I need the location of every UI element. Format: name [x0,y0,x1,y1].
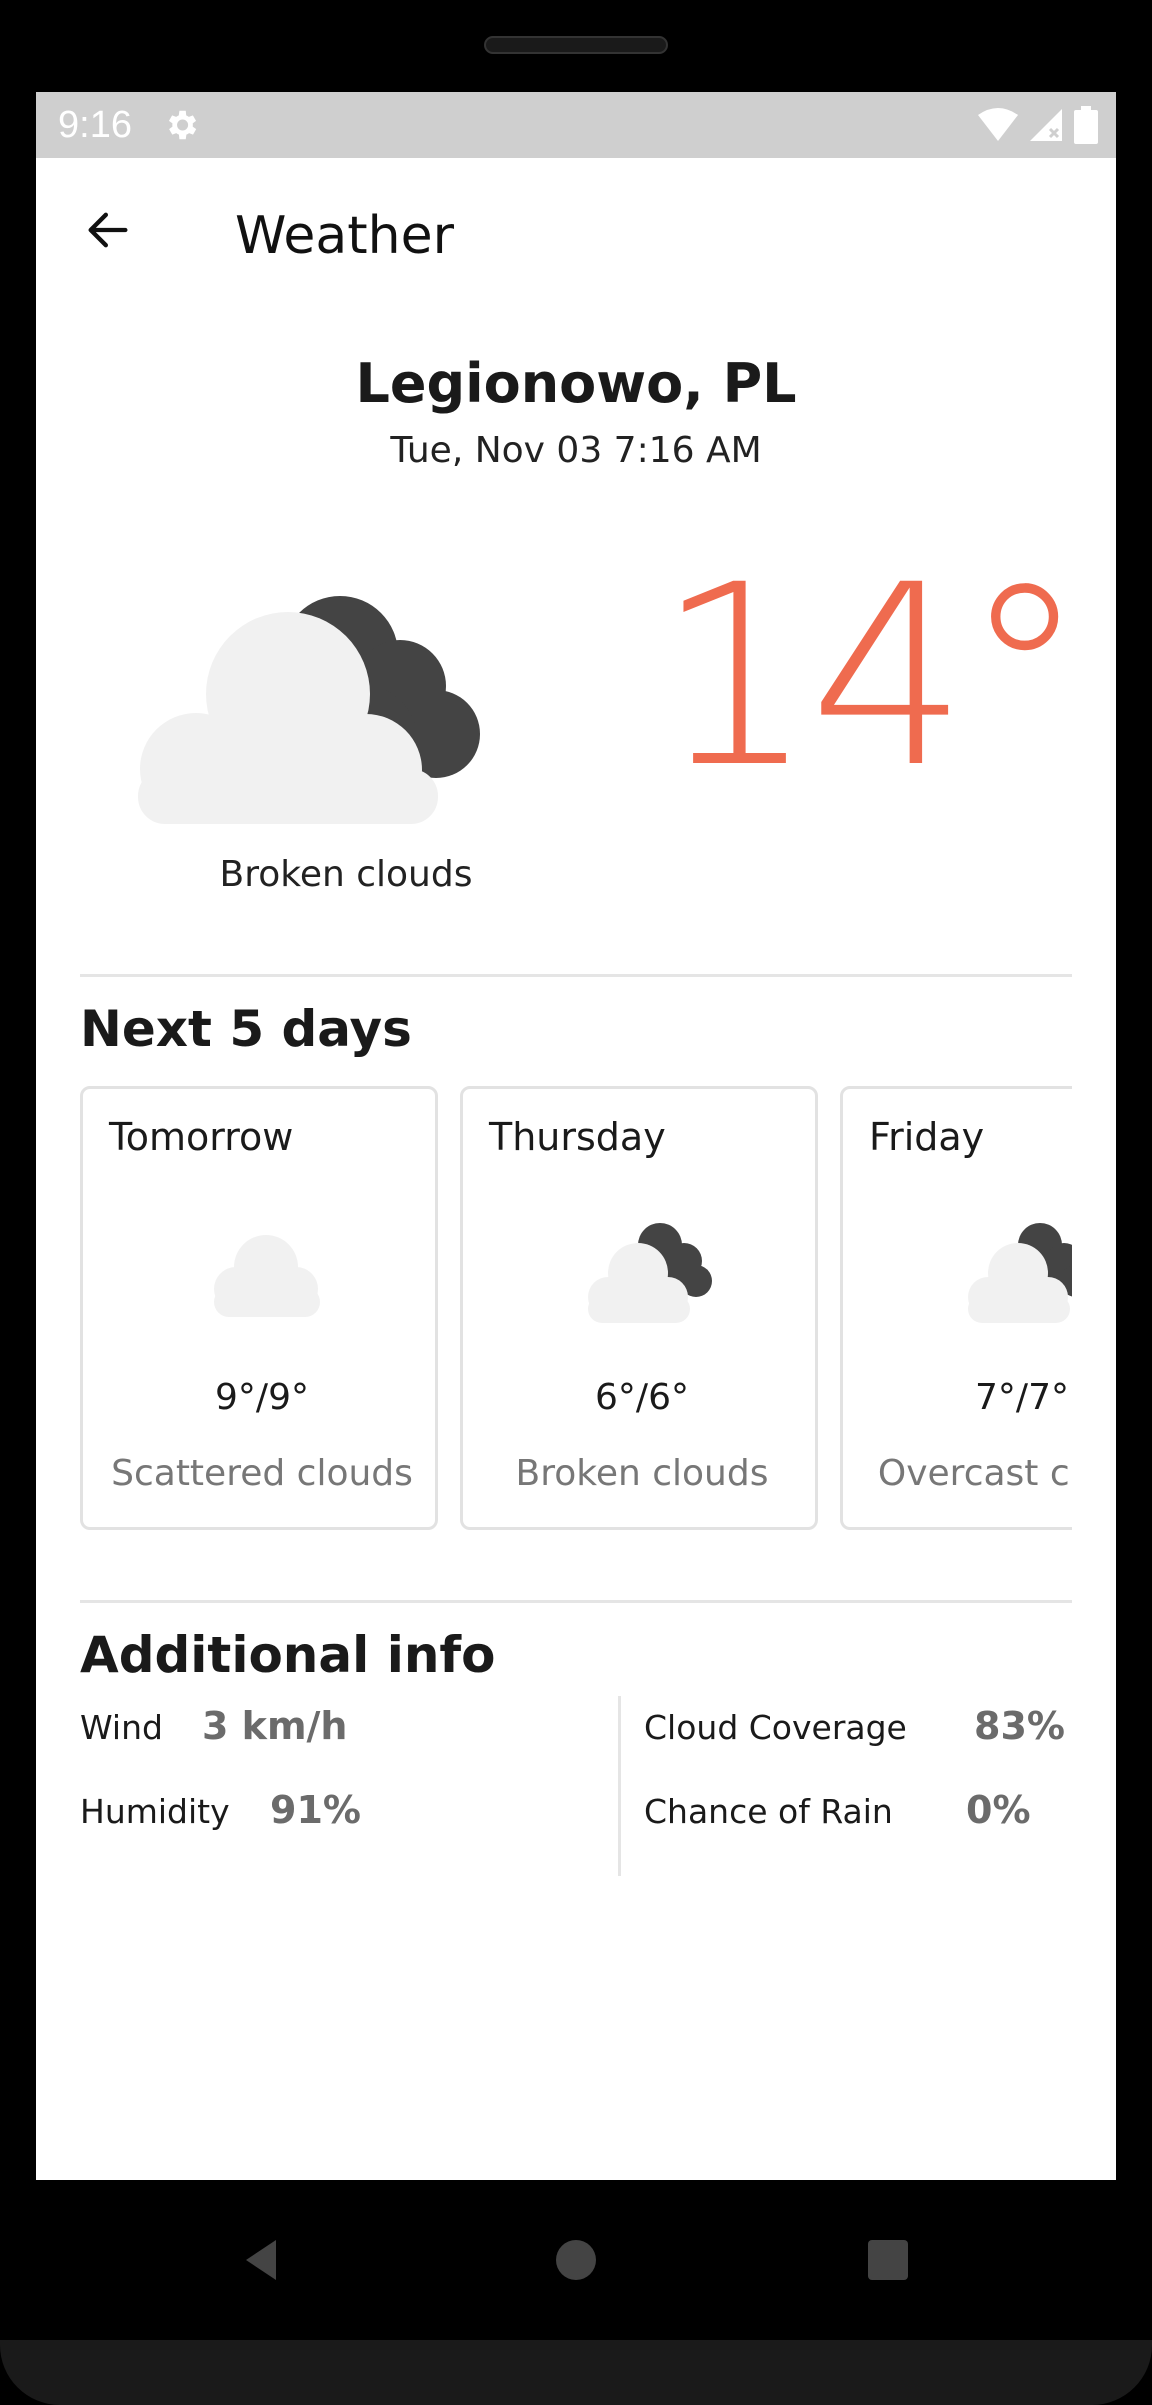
humidity-value: 91% [270,1788,361,1832]
section-divider [80,1600,1072,1603]
additional-info-grid: Wind 3 km/h Humidity 91% Cloud Coverage … [80,1696,1072,1876]
wind-label: Wind [80,1708,163,1747]
recents-square-icon[interactable] [858,2230,918,2290]
forecast-day: Friday [869,1115,985,1159]
gear-icon [168,110,197,140]
page-title: Weather [235,206,454,266]
status-bar: 9:16 [36,92,1116,158]
forecast-day: Thursday [489,1115,666,1159]
forecast-desc: Broken clouds [515,1453,769,1494]
current-datetime: Tue, Nov 03 7:16 AM [390,430,762,471]
forecast-desc: Overcast clouds [877,1453,1072,1494]
forecast-title: Next 5 days [80,1000,412,1058]
broken-clouds-icon [588,1223,712,1323]
chance-of-rain-value: 0% [966,1788,1031,1832]
additional-info-title: Additional info [80,1626,496,1684]
back-triangle-icon[interactable] [232,2230,292,2290]
forecast-temp: 6°/6° [595,1377,689,1418]
app-bar: Weather [36,158,1116,302]
scattered-clouds-icon [214,1235,320,1317]
forecast-card[interactable]: Friday 7°/7° Overcast c [840,1086,1072,1530]
forecast-day: Tomorrow [109,1115,294,1159]
cloud-coverage-value: 83% [974,1704,1065,1748]
system-nav-bar [0,2180,1152,2340]
back-button[interactable] [76,198,140,262]
phone-frame: 9:16 Weather Legionowo, PL Tue, Nov 03 7… [0,0,1152,2405]
forecast-card[interactable]: Tomorrow 9°/9° Scattered clouds [80,1086,438,1530]
city-name: Legionowo, PL [355,352,797,415]
app-screen: 9:16 Weather Legionowo, PL Tue, Nov 03 7… [36,92,1116,2180]
forecast-temp: 9°/9° [215,1377,309,1418]
phone-bottom-edge [0,2340,1152,2405]
chance-of-rain-label: Chance of Rain [644,1792,893,1831]
wifi-icon [978,108,1018,141]
info-divider [618,1696,621,1876]
forecast-list[interactable]: Tomorrow 9°/9° Scattered clouds Thursday [80,1086,1072,1532]
forecast-temp: 7°/7° [975,1377,1069,1418]
forecast-desc: Scattered clouds [111,1453,413,1494]
wind-value: 3 km/h [202,1704,348,1748]
status-icons [978,106,1098,144]
broken-clouds-icon [968,1223,1072,1323]
cloud-coverage-label: Cloud Coverage [644,1708,907,1747]
section-divider [80,974,1072,977]
arrow-left-icon [88,212,128,248]
current-condition: Broken clouds [219,854,473,895]
humidity-label: Humidity [80,1792,230,1831]
forecast-card[interactable]: Thursday 6°/6° Broken clouds [460,1086,818,1530]
speaker-grille [484,36,668,54]
status-time: 9:16 [58,104,132,146]
battery-icon [1074,106,1098,144]
broken-clouds-icon [138,596,480,824]
current-temperature: 14° [656,531,1087,822]
signal-icon [1030,109,1062,141]
home-circle-icon[interactable] [546,2230,606,2290]
